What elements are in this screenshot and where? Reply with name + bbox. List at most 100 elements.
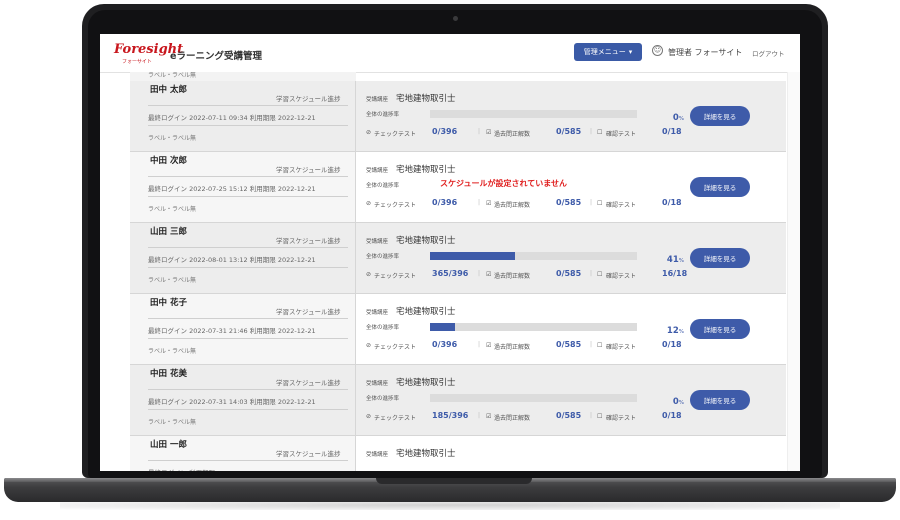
table-row: 中田 花美 学習スケジュール進捗 最終ログイン 2022-07-31 14:03… bbox=[130, 365, 786, 436]
check-test-count: 0/396 bbox=[432, 340, 458, 349]
label-text: ラベル・ラベル無 bbox=[130, 72, 356, 81]
last-login-time: 2022-08-01 13:12 bbox=[189, 256, 248, 264]
expiry-date: 2022-12-21 bbox=[277, 185, 316, 193]
table-row: 山田 一郎 学習スケジュール進捗 最終ログイン 利用期限 受講講座 宅地建物取引… bbox=[130, 436, 786, 471]
progress-label: 全体の進捗率 bbox=[366, 183, 400, 189]
learner-name: 山田 三郎 bbox=[150, 227, 187, 237]
login-info: 最終ログイン 2022-07-31 14:03 利用期限 2022-12-21 bbox=[148, 398, 316, 406]
course-caption: 受講講座 bbox=[366, 168, 389, 174]
logout-link[interactable]: ログアウト bbox=[752, 48, 785, 58]
label-text: ラベル・ラベル無 bbox=[148, 348, 197, 355]
learner-info: 田中 太郎 学習スケジュール進捗 最終ログイン 2022-07-11 09:34… bbox=[130, 81, 356, 151]
login-info: 最終ログイン 2022-08-01 13:12 利用期限 2022-12-21 bbox=[148, 256, 316, 264]
admin-menu-button[interactable]: 管理メニュー ▾ bbox=[574, 43, 642, 61]
login-info: 最終ログイン 2022-07-25 15:12 利用期限 2022-12-21 bbox=[148, 185, 316, 193]
learner-name: 中田 次郎 bbox=[150, 156, 187, 166]
progress-bar bbox=[430, 323, 637, 331]
view-details-button[interactable]: 詳細を見る bbox=[690, 177, 750, 197]
past-exam-count: 0/585 bbox=[556, 198, 582, 207]
screen: Foresight フォーサイト eラーニング受講管理 管理メニュー ▾ ☺ 管… bbox=[100, 34, 800, 471]
check-test-count: 0/396 bbox=[432, 198, 458, 207]
confirm-test-count: 0/18 bbox=[662, 340, 682, 349]
last-login-time: 2022-07-31 14:03 bbox=[189, 398, 248, 406]
no-schedule-warning: スケジュールが設定されていません bbox=[440, 179, 567, 188]
check-test-count: 365/396 bbox=[432, 269, 469, 278]
check-test-count: 0/396 bbox=[432, 127, 458, 136]
ok-icon: ☐ bbox=[597, 413, 603, 420]
view-details-button[interactable]: 詳細を見る bbox=[690, 390, 750, 410]
app-header: Foresight フォーサイト eラーニング受講管理 管理メニュー ▾ ☺ 管… bbox=[100, 34, 800, 73]
scrollbar[interactable] bbox=[787, 72, 800, 471]
course-name: 宅地建物取引士 bbox=[396, 307, 456, 317]
confirm-test-count: 16/18 bbox=[662, 269, 688, 278]
table-row: 山田 三郎 学習スケジュール進捗 最終ログイン 2022-08-01 13:12… bbox=[130, 223, 786, 294]
schedule-progress-link[interactable]: 学習スケジュール進捗 bbox=[276, 306, 341, 316]
last-login-time: 2022-07-11 09:34 bbox=[189, 114, 248, 122]
progress-percent: 0% bbox=[672, 397, 684, 407]
schedule-progress-link[interactable]: 学習スケジュール進捗 bbox=[276, 235, 341, 245]
past-exam-count: 0/585 bbox=[556, 269, 582, 278]
logo-subtitle: フォーサイト bbox=[122, 59, 152, 65]
laptop-notch bbox=[376, 478, 532, 484]
admin-menu-label: 管理メニュー bbox=[583, 48, 626, 56]
caret-down-icon: ▾ bbox=[628, 48, 633, 56]
expiry-date: 2022-12-21 bbox=[277, 398, 316, 406]
user-name: 管理者 フォーサイト bbox=[668, 48, 743, 57]
progress-label: 全体の進捗率 bbox=[366, 254, 400, 260]
test-stats: ⊘ チェックテスト 185/396 | ☑ 過去問正解数 0/585 | ☐ 確… bbox=[366, 411, 682, 422]
check-test-count: 185/396 bbox=[432, 411, 469, 420]
table-row: 田中 太郎 学習スケジュール進捗 最終ログイン 2022-07-11 09:34… bbox=[130, 81, 786, 152]
past-exam-count: 0/585 bbox=[556, 127, 582, 136]
learner-info: 山田 一郎 学習スケジュール進捗 最終ログイン 利用期限 bbox=[130, 436, 356, 471]
schedule-progress-link[interactable]: 学習スケジュール進捗 bbox=[276, 93, 341, 103]
last-login-time: 2022-07-31 21:46 bbox=[189, 327, 248, 335]
progress-bar-fill bbox=[430, 252, 515, 260]
course-name: 宅地建物取引士 bbox=[396, 449, 456, 459]
expiry-date: 2022-12-21 bbox=[277, 256, 316, 264]
course-name: 宅地建物取引士 bbox=[396, 236, 456, 246]
check-icon: ⊘ bbox=[366, 342, 372, 349]
course-caption: 受講講座 bbox=[366, 452, 389, 458]
expiry-date: 2022-12-21 bbox=[277, 114, 316, 122]
view-details-button[interactable]: 詳細を見る bbox=[690, 319, 750, 339]
schedule-progress-link[interactable]: 学習スケジュール進捗 bbox=[276, 164, 341, 174]
login-info: 最終ログイン 利用期限 bbox=[148, 467, 215, 471]
app-title: eラーニング受講管理 bbox=[170, 51, 262, 62]
progress-bar bbox=[430, 252, 637, 260]
laptop-base bbox=[4, 478, 896, 502]
schedule-progress-link[interactable]: 学習スケジュール進捗 bbox=[276, 377, 341, 387]
progress-percent: 41% bbox=[666, 255, 684, 265]
check-icon: ⊘ bbox=[366, 129, 372, 136]
label-text: ラベル・ラベル無 bbox=[148, 419, 197, 426]
learner-name: 田中 太郎 bbox=[150, 85, 187, 95]
label-text: ラベル・ラベル無 bbox=[148, 277, 197, 284]
course-name: 宅地建物取引士 bbox=[396, 94, 456, 104]
test-stats: ⊘ チェックテスト 0/396 | ☑ 過去問正解数 0/585 | ☐ 確認テ… bbox=[366, 340, 682, 351]
progress-label: 全体の進捗率 bbox=[366, 396, 400, 402]
view-details-button[interactable]: 詳細を見る bbox=[690, 248, 750, 268]
course-caption: 受講講座 bbox=[366, 239, 389, 245]
confirm-test-count: 0/18 bbox=[662, 127, 682, 136]
ok-icon: ☐ bbox=[597, 342, 603, 349]
ok-icon: ☐ bbox=[597, 200, 603, 207]
progress-percent: 12% bbox=[666, 326, 684, 336]
learner-name: 中田 花美 bbox=[150, 369, 187, 379]
learner-info: 中田 花美 学習スケジュール進捗 最終ログイン 2022-07-31 14:03… bbox=[130, 365, 356, 435]
login-info: 最終ログイン 2022-07-31 21:46 利用期限 2022-12-21 bbox=[148, 327, 316, 335]
label-text: ラベル・ラベル無 bbox=[148, 135, 197, 142]
edit-icon: ☑ bbox=[486, 271, 492, 278]
test-stats: ⊘ チェックテスト 0/396 | ☑ 過去問正解数 0/585 | ☐ 確認テ… bbox=[366, 127, 682, 138]
view-details-button[interactable]: 詳細を見る bbox=[690, 106, 750, 126]
progress-bar bbox=[430, 110, 637, 118]
progress-bar bbox=[430, 394, 637, 402]
edit-icon: ☑ bbox=[486, 129, 492, 136]
login-info: 最終ログイン 2022-07-11 09:34 利用期限 2022-12-21 bbox=[148, 114, 316, 122]
last-login-time: 2022-07-25 15:12 bbox=[189, 185, 248, 193]
ok-icon: ☐ bbox=[597, 271, 603, 278]
progress-percent: 0% bbox=[672, 113, 684, 123]
check-icon: ⊘ bbox=[366, 271, 372, 278]
learner-info: 山田 三郎 学習スケジュール進捗 最終ログイン 2022-08-01 13:12… bbox=[130, 223, 356, 293]
expiry-date: 2022-12-21 bbox=[277, 327, 316, 335]
schedule-progress-link[interactable]: 学習スケジュール進捗 bbox=[276, 448, 341, 458]
learner-info: 中田 次郎 学習スケジュール進捗 最終ログイン 2022-07-25 15:12… bbox=[130, 152, 356, 222]
